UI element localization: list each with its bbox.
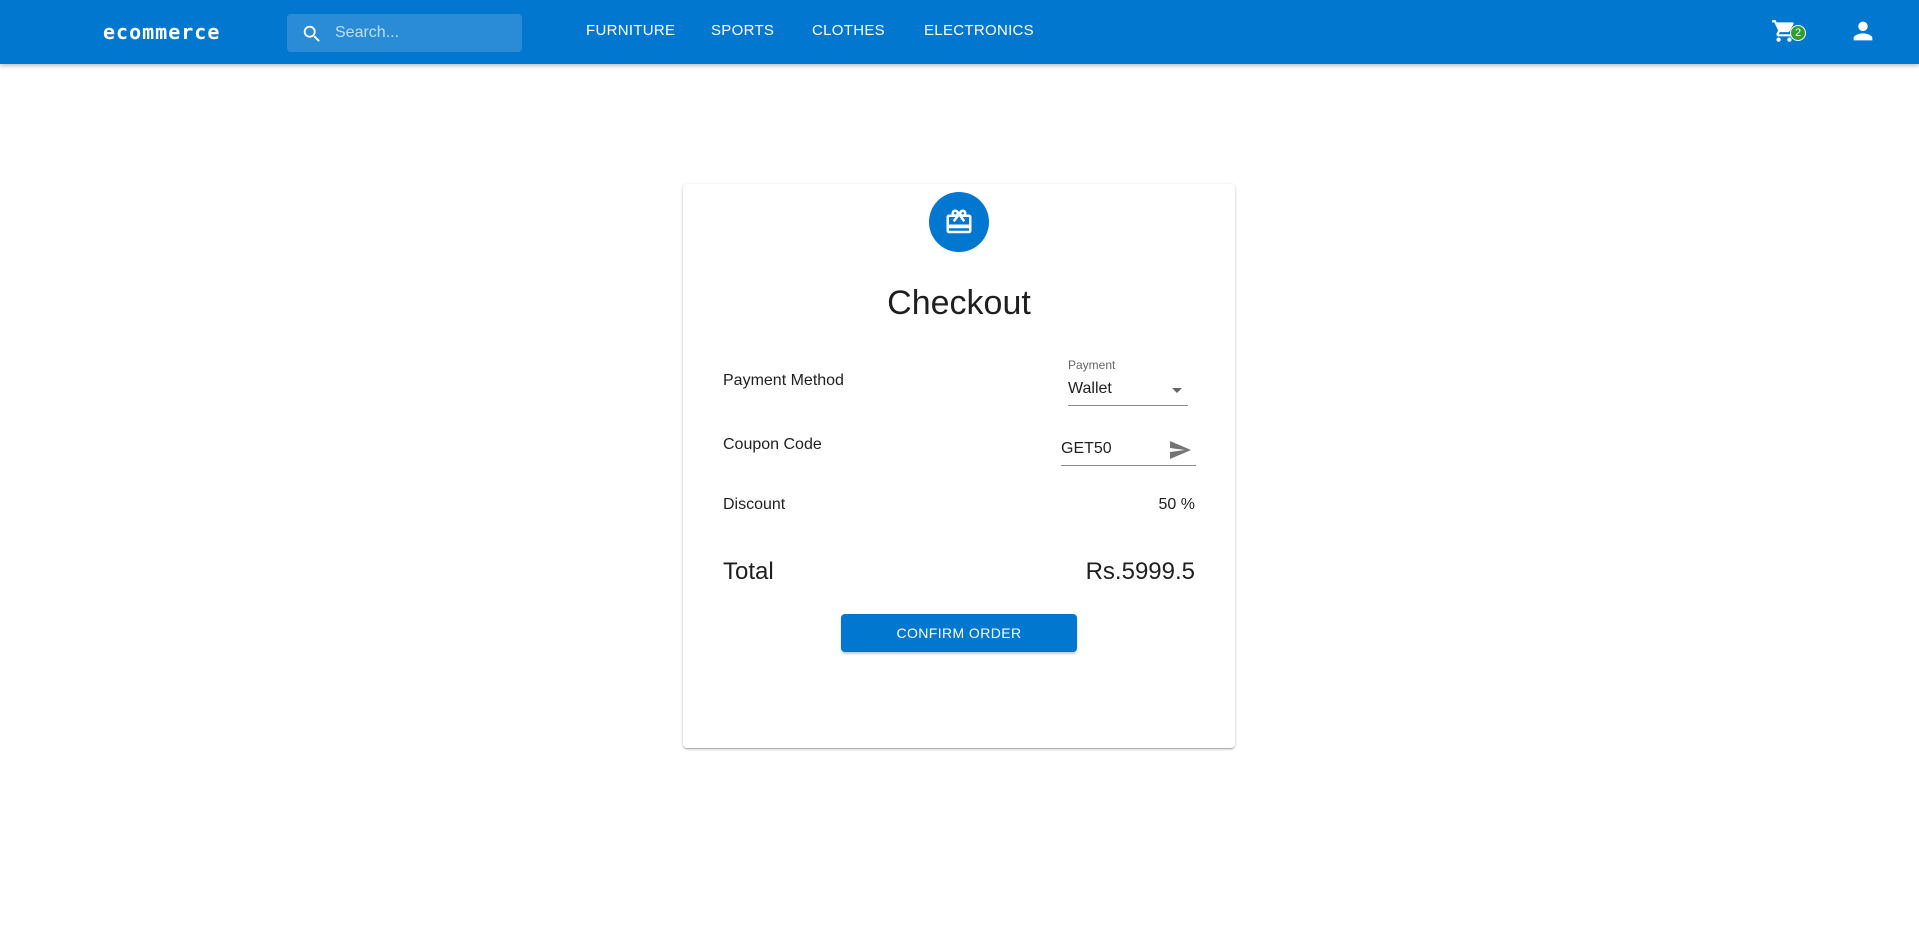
cart-count-badge: 2 [1790,25,1806,41]
nav-clothes[interactable]: CLOTHES [812,22,885,39]
nav-furniture[interactable]: FURNITURE [586,22,675,39]
payment-select-value: Wallet [1068,380,1112,397]
total-label: Total [723,558,774,585]
page-title: Checkout [887,284,1031,322]
payment-method-label: Payment Method [723,372,844,389]
discount-value: 50 % [1158,496,1195,513]
search-box[interactable] [287,14,522,52]
app-bar: ecommerce FURNITURE SPORTS CLOTHES ELECT… [0,0,1919,64]
coupon-code-label: Coupon Code [723,436,822,453]
confirm-order-button[interactable]: CONFIRM ORDER [841,614,1077,652]
send-icon[interactable] [1168,438,1192,462]
payment-select[interactable]: Wallet [1068,374,1188,406]
caret-down-icon [1172,388,1182,393]
coupon-input[interactable] [1061,438,1156,460]
redeem-icon [946,209,972,234]
account-icon[interactable] [1849,17,1877,45]
search-input[interactable] [335,14,515,52]
payment-select-label: Payment [1068,358,1116,372]
nav-electronics[interactable]: ELECTRONICS [924,22,1034,39]
checkout-card: Checkout Payment Method Payment Wallet C… [683,184,1235,748]
coupon-field[interactable] [1061,432,1196,466]
cart-button[interactable]: 2 [1771,18,1806,46]
discount-label: Discount [723,496,786,513]
checkout-avatar [929,192,989,252]
brand-logo[interactable]: ecommerce [103,20,220,44]
nav-sports[interactable]: SPORTS [711,22,774,39]
total-value: Rs.5999.5 [1085,558,1195,585]
search-icon [303,25,320,42]
